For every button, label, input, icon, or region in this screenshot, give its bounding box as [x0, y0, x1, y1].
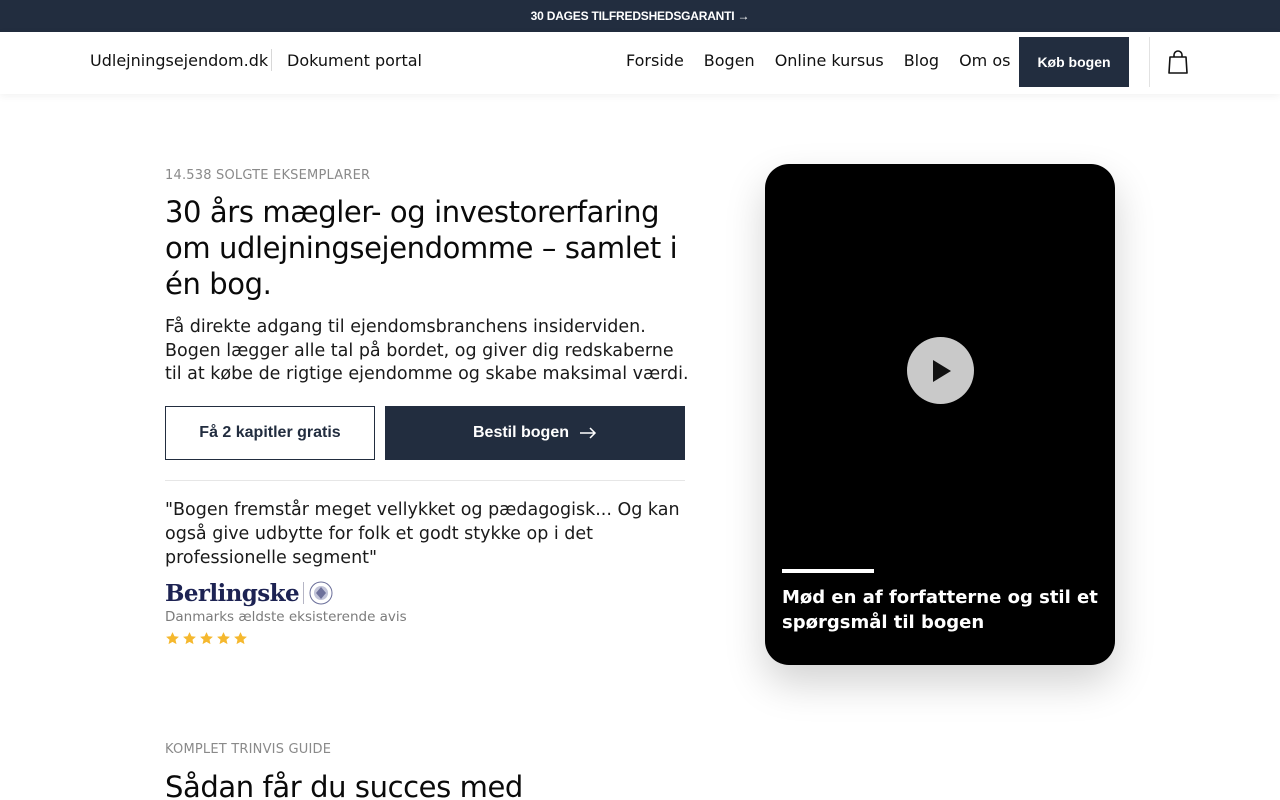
buy-book-button[interactable]: Køb bogen: [1019, 37, 1129, 87]
video-caption-bar: [782, 569, 874, 573]
free-chapters-button[interactable]: Få 2 kapitler gratis: [165, 406, 375, 460]
nav-item-blog[interactable]: Blog: [904, 51, 939, 70]
quote-source: Danmarks ældste eksisterende avis: [165, 609, 407, 625]
nav-item-forside[interactable]: Forside: [626, 51, 684, 70]
review-quote: "Bogen fremstår meget vellykket og pædag…: [165, 500, 680, 568]
logo-separator: [303, 582, 304, 604]
video-card[interactable]: Mød en af forfatterne og stil et spørgsm…: [765, 164, 1115, 665]
star-icon: [166, 632, 179, 645]
nav-item-online-kursus[interactable]: Online kursus: [775, 51, 884, 70]
play-icon[interactable]: [907, 337, 974, 404]
brand-divider: [271, 49, 272, 71]
star-icon: [200, 632, 213, 645]
nav-item-bogen[interactable]: Bogen: [704, 51, 755, 70]
announcement-text[interactable]: 30 DAGES TILFREDSHEDSGARANTI →: [531, 9, 750, 23]
video-caption: Mød en af forfatterne og stil et spørgsm…: [782, 587, 1098, 633]
nav-divider: [1149, 37, 1150, 87]
brand-link[interactable]: Udlejningsejendom.dk: [90, 32, 268, 88]
main-navigation: Udlejningsejendom.dk Dokument portal For…: [0, 32, 1280, 94]
berlingske-logo-wordmark: Berlingske: [165, 579, 300, 607]
nav-menu: Forside Bogen Online kursus Blog Om os: [626, 32, 1030, 88]
hero-title: 30 års mægler- og investorerfaring om ud…: [165, 195, 678, 301]
star-rating: [165, 631, 248, 646]
free-chapters-label: Få 2 kapitler gratis: [199, 424, 341, 441]
guide-eyebrow: KOMPLET TRINVIS GUIDE: [165, 742, 332, 757]
crest-icon: [309, 581, 333, 605]
star-icon: [183, 632, 196, 645]
announcement-bar[interactable]: 30 DAGES TILFREDSHEDSGARANTI →: [0, 0, 1280, 32]
sold-copies-eyebrow: 14.538 SOLGTE EKSEMPLARER: [165, 168, 371, 183]
order-book-button[interactable]: Bestil bogen: [385, 406, 685, 460]
shopping-bag-icon[interactable]: [1165, 47, 1191, 77]
hero-description: Få direkte adgang til ejendomsbranchens …: [165, 317, 689, 384]
arrow-right-icon: [580, 427, 597, 439]
nav-item-om-os[interactable]: Om os: [959, 51, 1010, 70]
document-portal-link[interactable]: Dokument portal: [287, 32, 422, 88]
guide-title: Sådan får du succes med: [165, 770, 523, 800]
star-icon: [234, 632, 247, 645]
star-icon: [217, 632, 230, 645]
berlingske-logo: Berlingske: [165, 579, 334, 607]
divider: [165, 480, 685, 481]
order-book-label: Bestil bogen: [472, 424, 569, 441]
